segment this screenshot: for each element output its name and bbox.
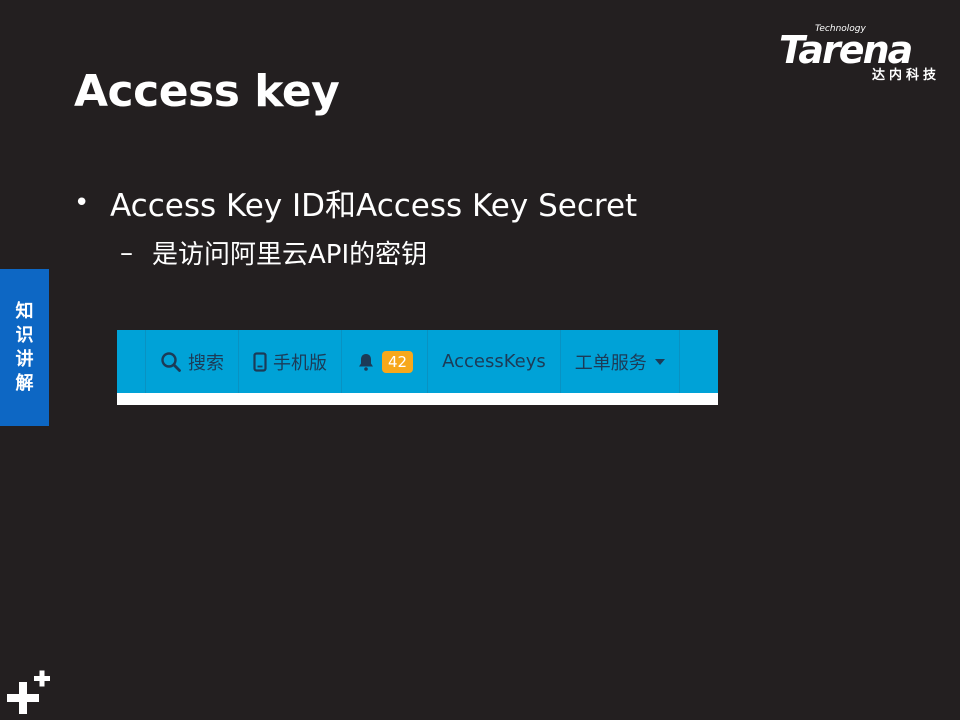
nav-notifications[interactable]: 42 <box>342 330 429 393</box>
slide: Technology Tarena 达内科技 Access key • Acce… <box>0 0 960 720</box>
bullet-item: • Access Key ID和Access Key Secret <box>74 180 637 225</box>
sub-bullet-item: – 是访问阿里云API的密钥 <box>120 234 427 271</box>
sub-bullet-text: 是访问阿里云API的密钥 <box>152 240 428 270</box>
side-tab-char: 讲 <box>15 348 34 370</box>
notification-count-badge: 42 <box>382 350 414 373</box>
plus-decoration-icon <box>7 670 50 714</box>
nav-search-label: 搜索 <box>188 352 224 374</box>
logo-subtitle: 达内科技 <box>871 68 940 83</box>
nav-mobile-label: 手机版 <box>273 352 327 374</box>
nav-ticket-service-label: 工单服务 <box>574 352 647 374</box>
bullet-marker: • <box>74 187 90 218</box>
navbar-spacer <box>117 330 146 393</box>
sub-bullet-marker: – <box>120 237 133 268</box>
nav-accesskeys[interactable]: AccessKeys <box>428 330 561 393</box>
side-tab-knowledge: 知 识 讲 解 <box>0 269 49 426</box>
side-tab-char: 知 <box>15 300 34 322</box>
mobile-icon <box>253 351 267 372</box>
bullet-text: Access Key ID和Access Key Secret <box>110 188 638 224</box>
nav-mobile[interactable]: 手机版 <box>239 330 342 393</box>
nav-search[interactable]: 搜索 <box>146 330 239 393</box>
side-tab-char: 识 <box>15 324 34 346</box>
bell-icon <box>359 353 373 371</box>
slide-title: Access key <box>74 66 340 117</box>
search-icon <box>161 351 181 372</box>
nav-ticket-service[interactable]: 工单服务 <box>561 330 680 393</box>
navbar-screenshot: 搜索 手机版 42 AccessKeys 工单服务 <box>117 330 718 405</box>
nav-accesskeys-label: AccessKeys <box>442 351 546 372</box>
top-navbar: 搜索 手机版 42 AccessKeys 工单服务 <box>117 330 718 393</box>
caret-down-icon <box>654 358 665 365</box>
side-tab-char: 解 <box>15 372 34 394</box>
tarena-logo: Technology Tarena 达内科技 <box>779 22 944 84</box>
